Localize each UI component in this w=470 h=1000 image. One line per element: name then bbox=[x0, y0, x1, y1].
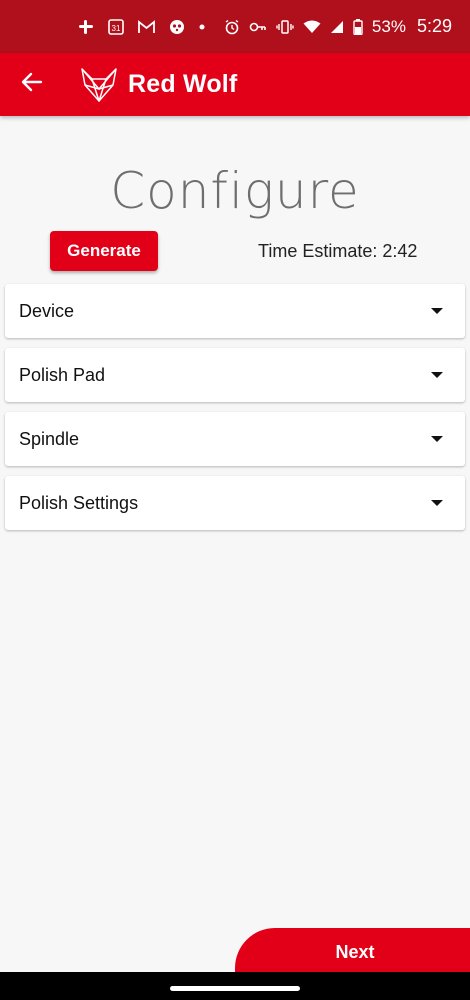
battery-icon bbox=[353, 18, 363, 35]
slack-icon bbox=[78, 19, 94, 35]
alarm-icon bbox=[224, 19, 240, 35]
panel-label: Polish Pad bbox=[19, 364, 106, 385]
panel-polish-settings[interactable]: Polish Settings bbox=[5, 476, 465, 530]
panel-spindle[interactable]: Spindle bbox=[5, 412, 465, 466]
gmail-icon bbox=[138, 19, 155, 34]
vibrate-icon bbox=[276, 19, 294, 34]
caret-down-icon bbox=[431, 436, 443, 442]
panel-label: Spindle bbox=[19, 428, 80, 449]
panel-device[interactable]: Device bbox=[5, 284, 465, 338]
panel-polish-pad[interactable]: Polish Pad bbox=[5, 348, 465, 402]
app-bar: Red Wolf bbox=[0, 53, 470, 116]
key-icon bbox=[249, 20, 267, 34]
dot-icon bbox=[199, 24, 205, 30]
panel-label: Device bbox=[19, 300, 75, 321]
time-estimate: Time Estimate: 2:42 bbox=[258, 241, 418, 261]
home-gesture-pill[interactable] bbox=[170, 986, 300, 991]
back-arrow-icon bbox=[21, 72, 43, 97]
back-button[interactable] bbox=[0, 53, 64, 116]
next-button[interactable]: Next bbox=[235, 928, 470, 976]
signal-icon bbox=[330, 20, 344, 34]
svg-text:31: 31 bbox=[112, 24, 121, 33]
battery-percent: 53% bbox=[371, 16, 406, 36]
caret-down-icon bbox=[431, 308, 443, 314]
generate-button[interactable]: Generate bbox=[50, 231, 158, 271]
page-title: Configure bbox=[110, 162, 360, 220]
wolf-logo-icon bbox=[80, 67, 118, 103]
caret-down-icon bbox=[431, 500, 443, 506]
calendar-icon: 31 bbox=[108, 18, 124, 35]
expansion-panel-list: Device Polish Pad Spindle Polish Setting… bbox=[5, 284, 465, 540]
panda-icon bbox=[169, 19, 185, 35]
wifi-icon bbox=[303, 20, 321, 34]
panel-label: Polish Settings bbox=[19, 492, 139, 513]
clock: 5:29 bbox=[416, 16, 452, 36]
caret-down-icon bbox=[431, 372, 443, 378]
app-title: Red Wolf bbox=[128, 70, 238, 98]
status-bar: 31 53% 5:29 bbox=[0, 0, 470, 53]
